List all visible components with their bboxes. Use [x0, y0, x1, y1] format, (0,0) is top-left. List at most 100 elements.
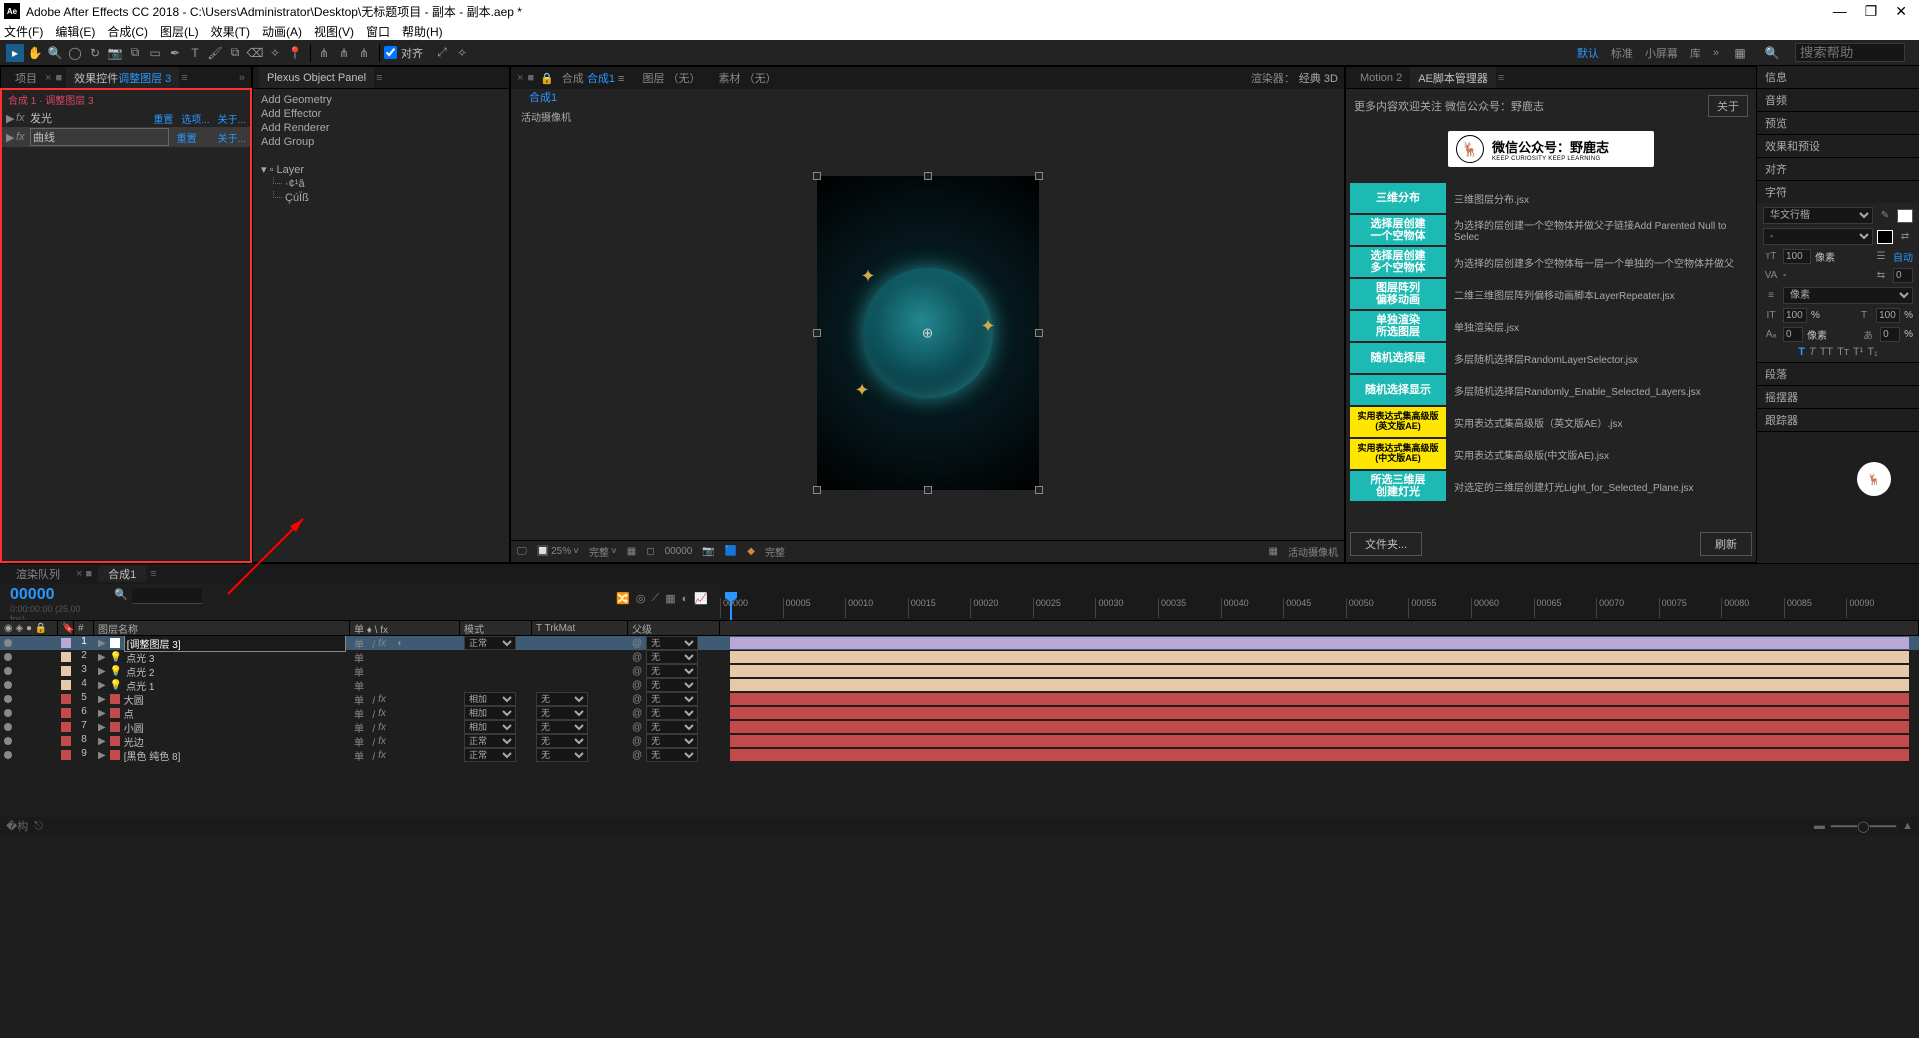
- layer-duration-bar[interactable]: [730, 637, 1909, 649]
- draft3d-icon[interactable]: ◎: [636, 592, 646, 605]
- tab-script-manager[interactable]: AE脚本管理器: [1410, 67, 1496, 88]
- visibility-toggle-icon[interactable]: [4, 639, 12, 647]
- menu-help[interactable]: 帮助(H): [402, 23, 443, 40]
- pan-behind-tool-icon[interactable]: ⧉: [126, 44, 144, 62]
- panel-tracker[interactable]: 跟踪器: [1757, 409, 1919, 431]
- minimize-button[interactable]: —: [1833, 3, 1847, 20]
- world-axis-icon[interactable]: ⋔: [335, 44, 353, 62]
- label-color-swatch[interactable]: [61, 708, 71, 718]
- plexus-add-group[interactable]: Add Group: [261, 135, 501, 149]
- layer-switches[interactable]: 单: [350, 664, 460, 678]
- timeline-layer-row[interactable]: 8 ▶ 光边 单 / fx 正常 无 @无: [0, 734, 1919, 748]
- panel-overflow-icon[interactable]: »: [239, 72, 245, 84]
- tab-layer-viewer[interactable]: 图层 （无）: [642, 70, 700, 86]
- zoom-slider[interactable]: ━━━━◯━━━━: [1831, 820, 1896, 833]
- workspace-default[interactable]: 默认: [1577, 45, 1599, 61]
- trkmat-dropdown[interactable]: 无: [536, 734, 588, 748]
- script-refresh-button[interactable]: 刷新: [1700, 532, 1752, 556]
- zoom-tool-icon[interactable]: 🔍: [46, 44, 64, 62]
- light-gizmo-icon[interactable]: ✦: [855, 380, 870, 401]
- twirl-icon[interactable]: ▶: [98, 736, 106, 747]
- parent-dropdown[interactable]: 无: [646, 650, 698, 664]
- orbit-tool-icon[interactable]: ◯: [66, 44, 84, 62]
- script-run-button[interactable]: 选择层创建 一个空物体: [1350, 215, 1446, 245]
- panel-audio[interactable]: 音频: [1757, 89, 1919, 111]
- visibility-toggle-icon[interactable]: [4, 681, 12, 689]
- layer-duration-bar[interactable]: [730, 735, 1909, 747]
- timeline-search-input[interactable]: [132, 588, 202, 604]
- parent-dropdown[interactable]: 无: [646, 748, 698, 762]
- pickwhip-icon[interactable]: @: [632, 736, 642, 747]
- menu-window[interactable]: 窗口: [366, 23, 390, 40]
- plexus-menu-icon[interactable]: ≡: [376, 72, 382, 84]
- timeline-layer-row[interactable]: 6 ▶ 点 单 / fx 相加 无 @无: [0, 706, 1919, 720]
- trkmat-dropdown[interactable]: 无: [536, 720, 588, 734]
- roto-tool-icon[interactable]: ✧: [266, 44, 284, 62]
- effect-row-curves[interactable]: ▶fx 曲线 重置 x 关于...: [2, 127, 250, 147]
- parent-dropdown[interactable]: 无: [646, 678, 698, 692]
- tab-plexus[interactable]: Plexus Object Panel: [259, 67, 374, 88]
- col-trkmat[interactable]: T TrkMat: [532, 621, 628, 635]
- renderer-value[interactable]: 经典 3D: [1299, 70, 1338, 86]
- col-parent[interactable]: 父级: [628, 621, 720, 635]
- blend-mode-dropdown[interactable]: 相加: [464, 706, 516, 720]
- trkmat-dropdown[interactable]: 无: [536, 748, 588, 762]
- layer-switches[interactable]: 单 / fx: [350, 692, 460, 706]
- timeline-layer-row[interactable]: 5 ▶ 大圆 单 / fx 相加 无 @无: [0, 692, 1919, 706]
- timeline-layer-row[interactable]: 3 ▶ 💡 点光 2 单 @无: [0, 664, 1919, 678]
- script-run-button[interactable]: 三维分布: [1350, 183, 1446, 213]
- baseline-input[interactable]: [1783, 327, 1803, 342]
- resolution-dropdown[interactable]: 完整 ˅: [589, 544, 617, 559]
- timeline-layer-row[interactable]: 7 ▶ 小圆 单 / fx 相加 无 @无: [0, 720, 1919, 734]
- twirl-icon[interactable]: ▶: [98, 638, 106, 649]
- viewer-lock2-icon[interactable]: 🔒: [540, 72, 554, 85]
- resolution-label[interactable]: 完整: [765, 544, 785, 559]
- menu-view[interactable]: 视图(V): [314, 23, 354, 40]
- menu-layer[interactable]: 图层(L): [160, 23, 199, 40]
- tab-project[interactable]: 项目: [7, 67, 45, 88]
- snapping-toggle[interactable]: [384, 46, 397, 59]
- color-mgmt-icon[interactable]: ◆: [747, 546, 755, 557]
- rotate-tool-icon[interactable]: ↻: [86, 44, 104, 62]
- script-description[interactable]: 为选择的层创建多个空物体每一层一个单独的一个空物体并做父: [1446, 247, 1752, 277]
- plexus-add-geometry[interactable]: Add Geometry: [261, 93, 501, 107]
- fast-preview-icon[interactable]: ▦: [627, 546, 636, 557]
- toggle-switches-icon[interactable]: �构: [6, 818, 28, 834]
- plexus-tree-child[interactable]: ·¢¹â: [261, 177, 501, 191]
- timeline-layer-row[interactable]: 1 ▶ [调整图层 3] 单 / fx ◐ 正常 @无: [0, 636, 1919, 650]
- layer-duration-bar[interactable]: [730, 693, 1909, 705]
- label-color-swatch[interactable]: [61, 680, 71, 690]
- blend-mode-dropdown[interactable]: 正常: [464, 748, 516, 762]
- small-caps-button[interactable]: Tᴛ: [1837, 346, 1849, 358]
- tab-motion2[interactable]: Motion 2: [1352, 67, 1410, 88]
- label-color-swatch[interactable]: [61, 722, 71, 732]
- timeline-ruler[interactable]: 0000000005000100001500020000250003000035…: [720, 584, 1919, 620]
- viewer-canvas[interactable]: ⊕ ✦ ✦ ✦: [511, 126, 1344, 540]
- script-description[interactable]: 实用表达式集高级版(中文版AE).jsx: [1446, 439, 1752, 469]
- script-description[interactable]: 实用表达式集高级版（英文版AE）.jsx: [1446, 407, 1752, 437]
- pickwhip-icon[interactable]: @: [632, 708, 642, 719]
- always-preview-icon[interactable]: 🖵: [517, 546, 527, 557]
- layer-duration-bar[interactable]: [730, 679, 1909, 691]
- visibility-toggle-icon[interactable]: [4, 723, 12, 731]
- visibility-toggle-icon[interactable]: [4, 653, 12, 661]
- panel-menu-icon[interactable]: ≡: [181, 72, 187, 84]
- label-color-swatch[interactable]: [61, 736, 71, 746]
- script-description[interactable]: 单独渲染层.jsx: [1446, 311, 1752, 341]
- visibility-toggle-icon[interactable]: [4, 695, 12, 703]
- current-timecode[interactable]: 00000: [10, 586, 98, 604]
- menu-composition[interactable]: 合成(C): [107, 23, 148, 40]
- all-caps-button[interactable]: TT: [1820, 346, 1833, 358]
- magnification-dropdown[interactable]: 🔲 25% ˅: [537, 546, 579, 557]
- snap-inside-icon[interactable]: ✧: [453, 44, 471, 62]
- puppet-tool-icon[interactable]: 📍: [286, 44, 304, 62]
- script-description[interactable]: 多层随机选择层Randomly_Enable_Selected_Layers.j…: [1446, 375, 1752, 405]
- faux-italic-button[interactable]: T: [1809, 346, 1816, 358]
- viewer-lock-icon[interactable]: ×: [517, 72, 523, 84]
- script-run-button[interactable]: 实用表达式集高级版 (英文版AE): [1350, 407, 1446, 437]
- layer-switches[interactable]: 单: [350, 678, 460, 692]
- main-menubar[interactable]: 文件(F) 编辑(E) 合成(C) 图层(L) 效果(T) 动画(A) 视图(V…: [0, 22, 1919, 40]
- local-axis-icon[interactable]: ⋔: [315, 44, 333, 62]
- workspace-library[interactable]: 库: [1690, 45, 1701, 61]
- camera-tool-icon[interactable]: 📷: [106, 44, 124, 62]
